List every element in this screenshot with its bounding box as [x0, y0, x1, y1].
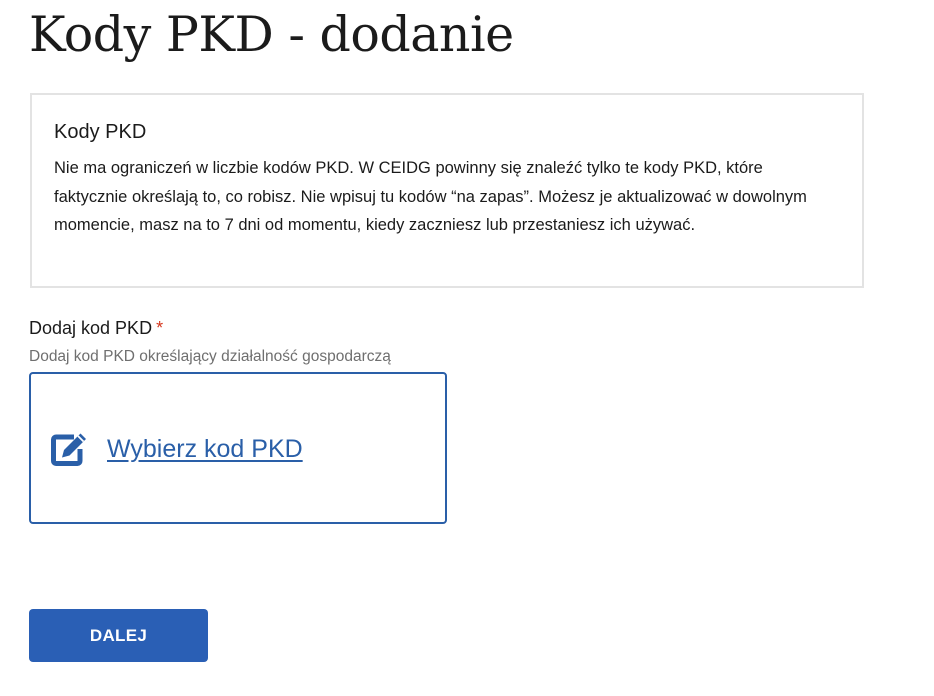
required-mark: * [156, 318, 164, 338]
info-box-text: Nie ma ograniczeń w liczbie kodów PKD. W… [54, 159, 807, 234]
next-button[interactable]: DALEJ [29, 609, 208, 662]
field-label-text: Dodaj kod PKD [29, 318, 153, 338]
page-title: Kody PKD - dodanie [29, 6, 514, 63]
edit-icon [51, 432, 89, 466]
info-box: Kody PKD Nie ma ograniczeń w liczbie kod… [30, 93, 864, 288]
pkd-code-selector[interactable]: Wybierz kod PKD [29, 372, 447, 524]
info-box-title: Kody PKD [54, 121, 147, 143]
choose-pkd-link[interactable]: Wybierz kod PKD [107, 434, 303, 464]
field-label: Dodaj kod PKD * [29, 316, 163, 340]
field-hint: Dodaj kod PKD określający działalność go… [29, 348, 391, 365]
